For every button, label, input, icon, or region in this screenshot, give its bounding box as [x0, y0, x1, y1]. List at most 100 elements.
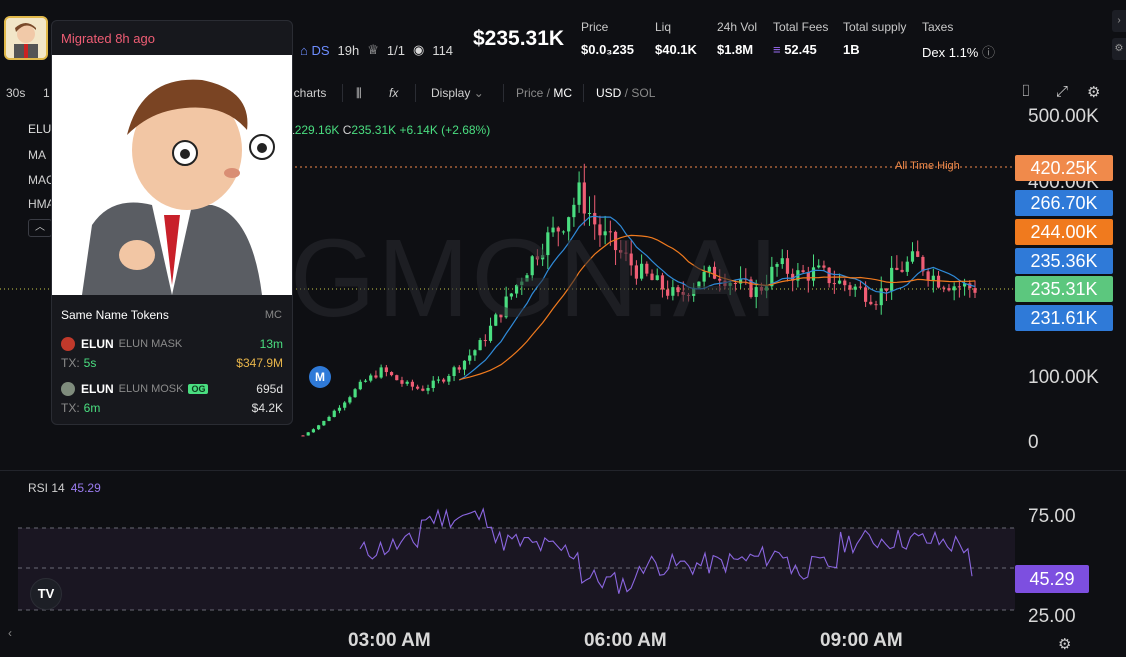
candle-body [900, 269, 904, 272]
token-image [52, 55, 292, 295]
candle-body [379, 367, 383, 378]
candle-body [416, 386, 420, 389]
candle-body [890, 267, 894, 291]
candle-body [389, 372, 394, 376]
price-tag-ma1: 266.70K [1015, 190, 1113, 216]
og-badge: OG [188, 384, 209, 394]
candle-body [864, 287, 868, 302]
candle-body [327, 416, 331, 421]
candle-body [822, 265, 826, 268]
candle-body [947, 288, 951, 291]
candle-body [317, 425, 321, 430]
scroll-left-icon[interactable]: ‹ [8, 626, 12, 640]
token-popup: Migrated 8h ago Same Name Tokens MC ELUN… [51, 20, 293, 425]
candle-body [858, 286, 862, 288]
candle-body [301, 435, 305, 437]
candle-body [910, 251, 915, 262]
migrated-label: Migrated 8h ago [61, 31, 155, 46]
candle-body [337, 407, 342, 411]
candle-body [853, 286, 857, 290]
candle-body [811, 267, 816, 281]
collapse-legend-button[interactable]: ︿ [28, 219, 52, 237]
candle-body [410, 381, 414, 387]
candle-body [400, 380, 404, 384]
ohlc-readout: L229.16K C235.31K +6.14K (+2.68%) [288, 123, 491, 137]
rsi-axis-25: 25.00 [1028, 606, 1076, 627]
candle-body [785, 258, 790, 274]
candle-body [436, 379, 441, 381]
price-tag-ma3: 235.36K [1015, 248, 1113, 274]
candle-body [936, 275, 941, 288]
candle-body [837, 280, 842, 284]
candle-body [369, 375, 373, 381]
candle-body [832, 283, 836, 285]
candle-body [348, 397, 352, 403]
mc-column-header: MC [264, 309, 282, 321]
candle-body [895, 267, 899, 270]
price-tag-ma4: 231.61K [1015, 305, 1113, 331]
tradingview-logo[interactable]: TV [30, 578, 62, 610]
candle-body [421, 388, 425, 391]
chart-settings-icon[interactable]: ⚙ [1058, 635, 1071, 653]
axis-label-0: 0 [1028, 432, 1039, 453]
candle-body [462, 360, 467, 370]
time-label-0600: 06:00 AM [584, 630, 667, 651]
candle-body [353, 389, 357, 398]
candle-body [926, 271, 930, 281]
candle-body [358, 381, 362, 390]
same-name-token-row[interactable]: ELUN ELUN MASK 13m TX: 5s $347.9M [61, 337, 283, 370]
axis-label-500k: 500.00K [1028, 106, 1099, 127]
candle-body [905, 261, 909, 272]
same-name-token-row[interactable]: ELUN ELUN MOSK OG 695d TX: 6m $4.2K [61, 382, 283, 415]
rsi-legend: RSI 14 45.29 [28, 481, 101, 495]
price-tag-last: 235.31K [1015, 276, 1113, 302]
candle-body [473, 350, 477, 356]
rsi-value-tag: 45.29 [1015, 565, 1089, 593]
candle-body [801, 270, 805, 273]
candle-body [405, 381, 409, 384]
candle-body [468, 355, 472, 361]
candle-body [916, 251, 920, 257]
candle-body [311, 429, 316, 433]
candle-body [306, 432, 310, 436]
time-label-0300: 03:00 AM [348, 630, 431, 651]
candle-body [848, 285, 852, 290]
candle-body [874, 304, 878, 306]
candle-body [447, 375, 451, 382]
candle-body [332, 410, 336, 417]
same-name-title: Same Name Tokens [61, 308, 169, 322]
token-icon [61, 337, 75, 351]
time-label-0900: 09:00 AM [820, 630, 903, 651]
candle-body [957, 286, 961, 288]
candle-body [452, 367, 456, 376]
candle-body [343, 402, 347, 408]
candle-body [431, 380, 435, 389]
token-image-art [52, 55, 292, 295]
price-tag-ath: 420.25K [1015, 155, 1113, 181]
candle-body [942, 287, 946, 289]
rsi-band [18, 528, 1015, 610]
candle-body [843, 280, 847, 286]
candle-body [869, 301, 873, 305]
migration-marker[interactable]: M [309, 366, 331, 388]
candle-body [587, 212, 592, 214]
axis-label-100k: 100.00K [1028, 367, 1099, 388]
candle-body [577, 182, 581, 205]
candle-body [931, 275, 935, 281]
watermark: GMGN.AI [290, 217, 781, 340]
candle-body [817, 265, 821, 268]
candle-body [426, 388, 430, 391]
candle-body [827, 267, 831, 284]
candle-body [582, 182, 586, 214]
rsi-axis-75: 75.00 [1028, 506, 1076, 527]
candle-body [952, 286, 956, 291]
candle-body [973, 288, 977, 293]
candle-body [363, 380, 368, 382]
candle-body [442, 379, 446, 382]
indicator-ma[interactable]: MA [28, 148, 46, 162]
price-tag-ma2: 244.00K [1015, 219, 1113, 245]
candle-body [457, 367, 461, 370]
ath-label: All Time High [895, 160, 960, 172]
candle-body [884, 288, 889, 291]
candle-body [879, 288, 883, 306]
